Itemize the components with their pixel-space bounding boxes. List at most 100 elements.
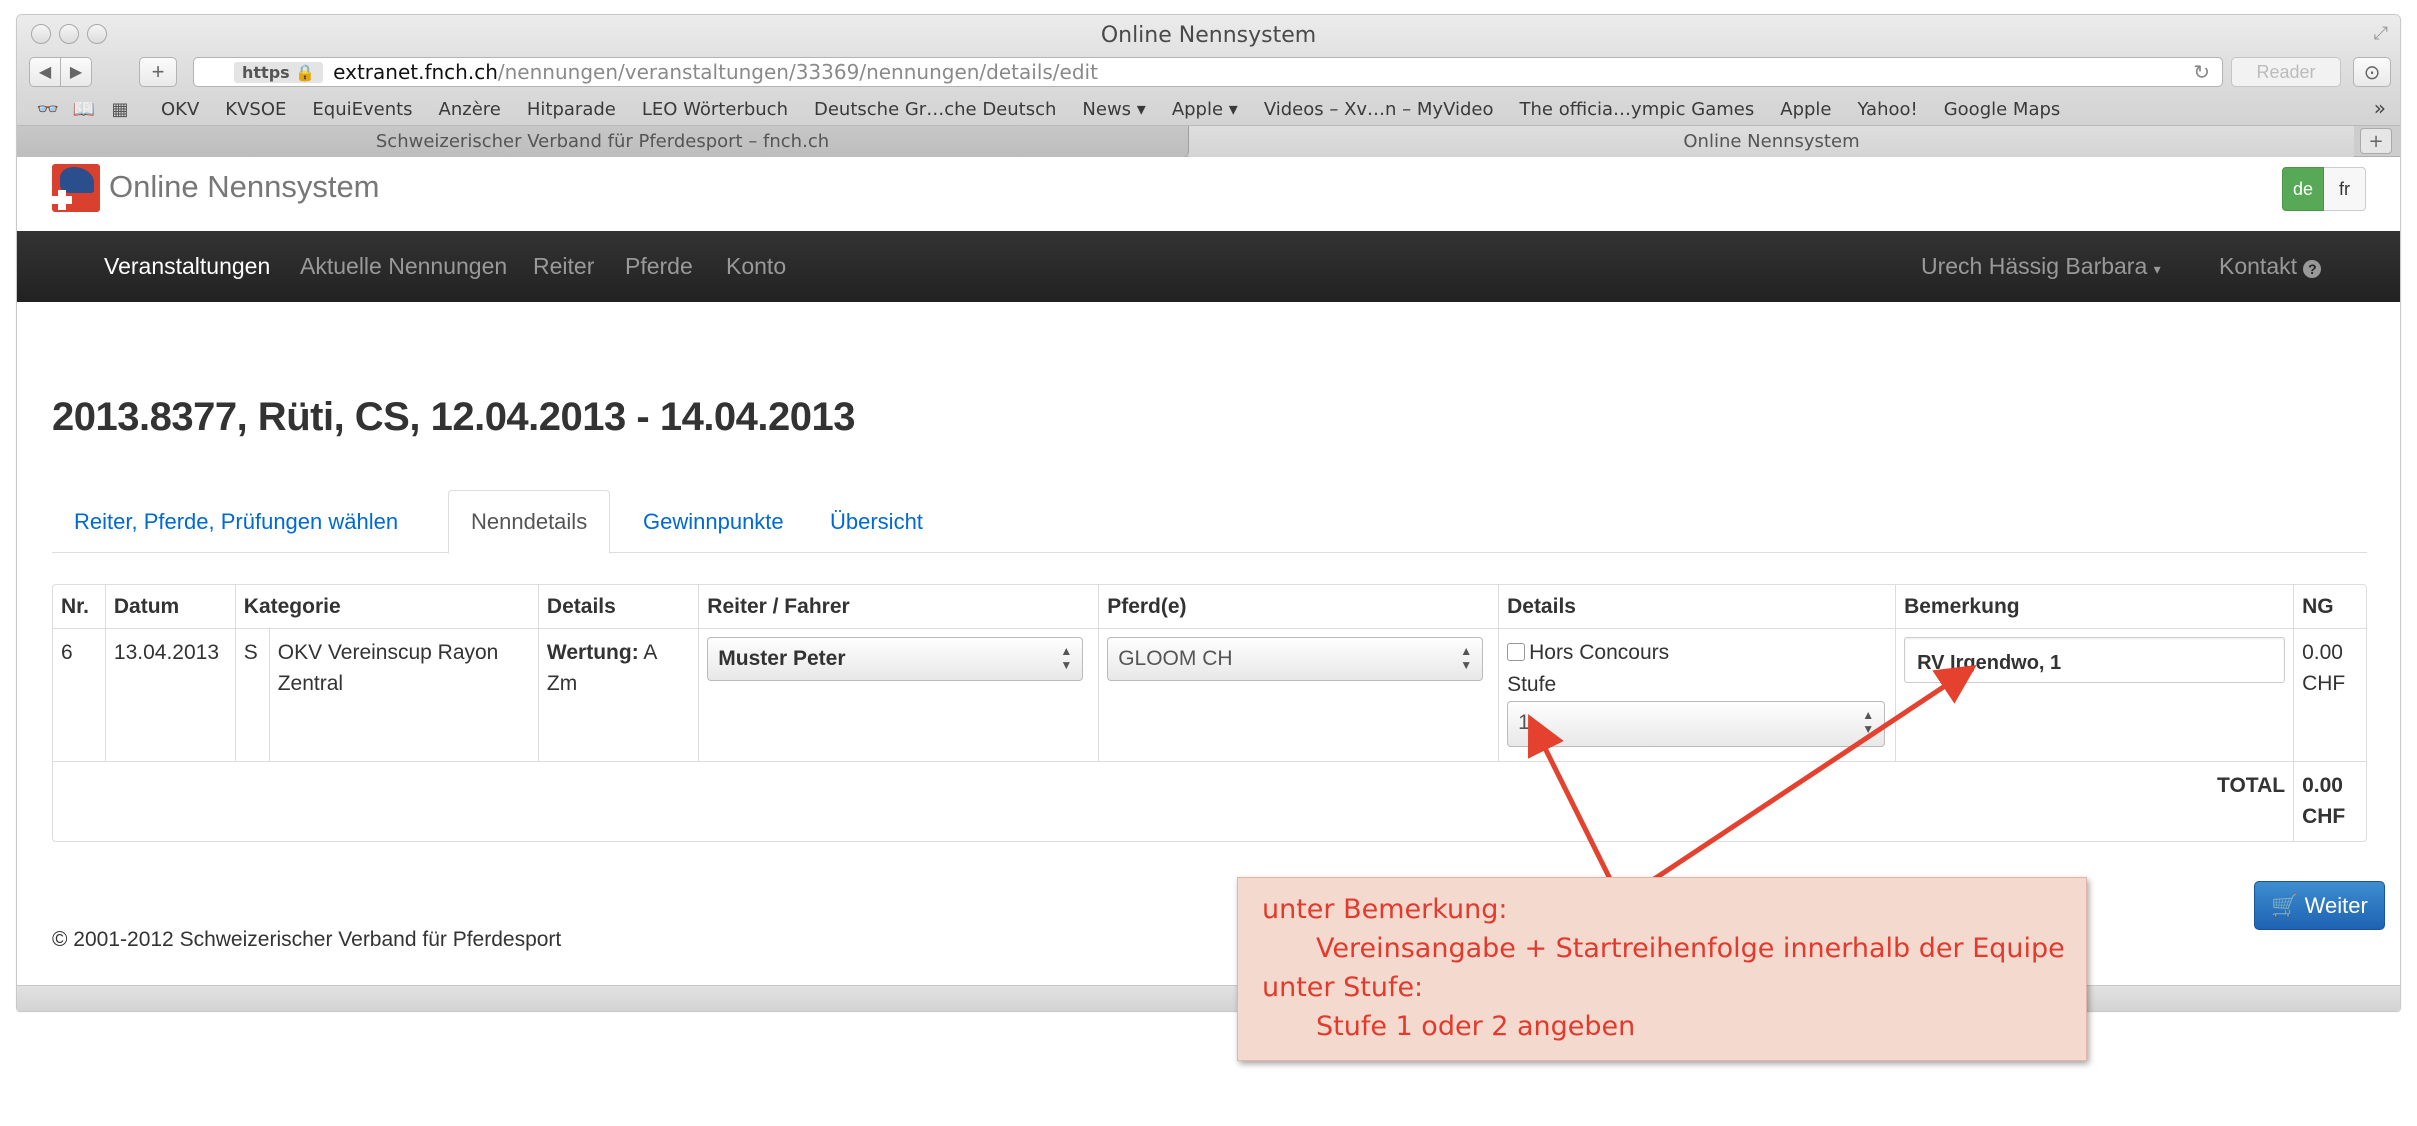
total-label: TOTAL (53, 761, 2294, 841)
col-pferde: Pferd(e) (1098, 585, 1499, 629)
brand-name[interactable]: Online Nennsystem (109, 169, 380, 205)
weiter-button[interactable]: 🛒 Weiter (2254, 881, 2385, 930)
reload-icon[interactable]: ↻ (2193, 60, 2210, 84)
bookmarks-book-icon[interactable]: 📖 (69, 99, 99, 120)
reiter-select-value: Muster Peter (718, 647, 846, 670)
nav-aktuelle-nennungen[interactable]: Aktuelle Nennungen (300, 253, 507, 280)
annotation-callout: unter Bemerkung: Vereinsangabe + Startre… (1237, 877, 2087, 1061)
stufe-select-value: 1 (1518, 711, 1530, 734)
bookmark-item[interactable]: Hitparade (527, 99, 616, 120)
nav-konto[interactable]: Konto (726, 253, 786, 280)
cell-kategorie: OKV Vereinscup Rayon Zentral (268, 629, 538, 761)
col-datum: Datum (104, 585, 235, 629)
download-icon: ⊙ (2363, 61, 2381, 84)
forward-button[interactable]: ▶ (60, 57, 92, 87)
weiter-label: Weiter (2304, 892, 2368, 918)
address-bar[interactable]: https 🔒 extranet.fnch.ch/nennungen/veran… (193, 57, 2223, 87)
page-tabs: Reiter, Pferde, Prüfungen wählen Nenndet… (52, 490, 2367, 554)
user-menu[interactable]: Urech Hässig Barbara ▾ (1921, 253, 2161, 280)
browser-window: Online Nennsystem ⤢ ◀ ▶ + https 🔒 extran… (16, 14, 2401, 1012)
bookmark-item[interactable]: Anzère (439, 99, 501, 120)
tab-nenndetails[interactable]: Nenndetails (448, 490, 611, 554)
cell-details: Wertung: A Zm (537, 629, 698, 761)
back-button[interactable]: ◀ (29, 57, 61, 87)
downloads-button[interactable]: ⊙ (2353, 57, 2391, 87)
cell-ng: 0.00 CHF (2293, 629, 2366, 761)
reading-list-icon[interactable]: 👓 (33, 99, 63, 120)
tab-gewinnpunkte[interactable]: Gewinnpunkte (621, 490, 806, 553)
cell-details-2: Hors Concours Stufe 1 ▲ ▼ (1498, 629, 1895, 761)
add-bookmark-button[interactable]: + (139, 57, 177, 87)
bookmark-item[interactable]: News ▾ (1082, 99, 1145, 120)
user-name: Urech Hässig Barbara (1921, 253, 2148, 279)
entries-table: Nr. Datum Kategorie Details Reiter / Fah… (52, 584, 2367, 842)
reader-button[interactable]: Reader (2231, 57, 2341, 87)
col-nr: Nr. (53, 585, 105, 629)
title-bar: Online Nennsystem ⤢ (17, 15, 2400, 53)
plus-icon: + (151, 59, 165, 84)
nav-reiter[interactable]: Reiter (533, 253, 594, 280)
annotation-line-2: Vereinsangabe + Startreihenfolge innerha… (1316, 933, 2065, 964)
language-switcher: de fr (2282, 167, 2366, 211)
bemerkung-input[interactable]: RV Irgendwo, 1 (1904, 637, 2286, 683)
bookmark-item[interactable]: Videos – Xv…n – MyVideo (1264, 99, 1494, 120)
browser-tab-online-nennsystem[interactable]: Online Nennsystem (1189, 126, 2354, 157)
brand-row: Online Nennsystem de fr (17, 157, 2400, 231)
bookmark-item[interactable]: The officia…ympic Games (1520, 99, 1755, 120)
more-bookmarks-icon[interactable]: » (2374, 96, 2386, 120)
bookmark-item[interactable]: EquiEvents (312, 99, 412, 120)
bookmark-item[interactable]: LEO Wörterbuch (642, 99, 788, 120)
bookmark-item[interactable]: OKV (161, 99, 199, 120)
help-icon: ? (2303, 260, 2322, 278)
fnch-logo[interactable] (52, 164, 100, 212)
cell-bemerkung: RV Irgendwo, 1 (1895, 629, 2293, 761)
bookmark-item[interactable]: Google Maps (1944, 99, 2061, 120)
url-host: extranet.fnch.ch (333, 60, 498, 84)
hors-concours-checkbox[interactable] (1507, 643, 1526, 661)
total-value: 0.00 CHF (2293, 761, 2366, 841)
bookmark-item[interactable]: Yahoo! (1858, 99, 1918, 120)
new-tab-button[interactable]: + (2360, 128, 2392, 154)
nav-kontakt[interactable]: Kontakt ? (2219, 253, 2322, 280)
caret-down-icon: ▾ (2153, 261, 2161, 277)
select-arrows-icon: ▲ ▼ (1060, 644, 1073, 672)
select-arrows-icon: ▲ ▼ (1460, 644, 1473, 672)
bookmark-item[interactable]: KVSOE (225, 99, 286, 120)
browser-tabs-bar: Schweizerischer Verband für Pferdesport … (17, 125, 2400, 157)
url-path: /nennungen/veranstaltungen/33369/nennung… (497, 60, 1098, 84)
nav-pferde[interactable]: Pferde (625, 253, 693, 280)
bookmark-item[interactable]: Deutsche Gr…che Deutsch (814, 99, 1056, 120)
annotation-line-4: Stufe 1 oder 2 angeben (1316, 1011, 1636, 1042)
top-sites-grid-icon[interactable]: ▦ (105, 99, 135, 120)
bookmark-item[interactable]: Apple (1780, 99, 1831, 120)
cell-nr: 6 (61, 641, 73, 664)
col-kategorie: Kategorie (234, 585, 538, 629)
table-header-row: Nr. Datum Kategorie Details Reiter / Fah… (53, 585, 2366, 629)
select-arrows-icon: ▲ ▼ (1862, 708, 1875, 736)
cart-icon: 🛒 (2271, 892, 2299, 918)
main-navbar: Veranstaltungen Aktuelle Nennungen Reite… (17, 231, 2400, 302)
stufe-select[interactable]: 1 ▲ ▼ (1507, 701, 1886, 747)
total-row: TOTAL 0.00 CHF (53, 761, 2366, 841)
https-badge: https 🔒 (234, 61, 324, 83)
reiter-select[interactable]: Muster Peter ▲ ▼ (707, 637, 1084, 681)
copyright-text: © 2001-2012 Schweizerischer Verband für … (52, 928, 562, 951)
cell-reiter: Muster Peter ▲ ▼ (698, 629, 1098, 761)
plus-icon: + (2368, 130, 2384, 152)
hors-concours-label[interactable]: Hors Concours (1529, 637, 1669, 668)
tab-reiter-pferde-pruefungen[interactable]: Reiter, Pferde, Prüfungen wählen (52, 490, 420, 553)
browser-tab-fnch[interactable]: Schweizerischer Verband für Pferdesport … (17, 126, 1189, 157)
annotation-line-1: unter Bemerkung: (1262, 894, 1508, 925)
lang-fr-button[interactable]: fr (2324, 167, 2366, 211)
pferd-select[interactable]: GLOOM CH ▲ ▼ (1107, 637, 1484, 681)
cell-pferd: GLOOM CH ▲ ▼ (1098, 629, 1498, 761)
fullscreen-icon[interactable]: ⤢ (2374, 23, 2388, 44)
hors-concours-row: Hors Concours (1507, 637, 1887, 667)
lang-de-button[interactable]: de (2282, 167, 2324, 211)
bookmark-item[interactable]: Apple ▾ (1172, 99, 1238, 120)
back-arrow-icon: ◀ (38, 64, 52, 81)
stufe-label: Stufe (1507, 673, 1557, 696)
nav-veranstaltungen[interactable]: Veranstaltungen (104, 253, 270, 280)
cell-kat-code: S (234, 629, 269, 761)
tab-uebersicht[interactable]: Übersicht (808, 490, 945, 553)
